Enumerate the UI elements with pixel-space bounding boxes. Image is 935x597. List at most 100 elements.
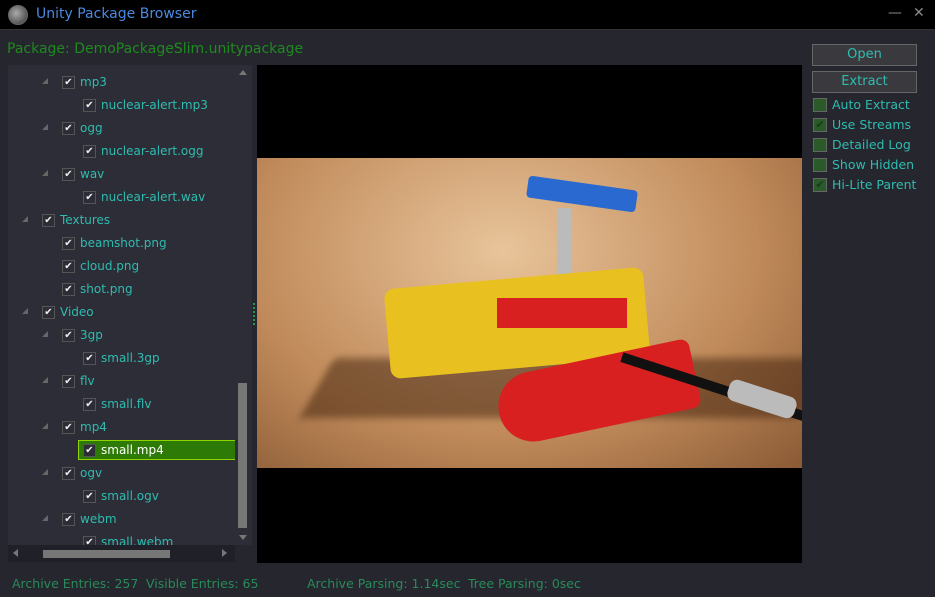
option-label: Detailed Log	[832, 137, 911, 152]
tree-item[interactable]: ✔ small.mp4	[78, 440, 235, 460]
archive-parsing-status: Archive Parsing: 1.14sec	[307, 576, 461, 591]
package-tree[interactable]: ✔ mp3 ✔ nuclear-alert.mp3 ✔ ogg ✔ nuclear-alert…	[8, 65, 235, 545]
tree-item[interactable]: ✔ small.3gp	[83, 348, 160, 368]
expander-icon[interactable]	[42, 377, 48, 383]
expander-icon[interactable]	[22, 308, 28, 314]
tree-item-label: shot.png	[80, 282, 133, 296]
tree-item-label: flv	[80, 374, 95, 388]
tree-item[interactable]: ✔ wav	[62, 164, 104, 184]
tree-item-checkbox[interactable]: ✔	[62, 75, 75, 89]
expander-icon[interactable]	[42, 469, 48, 475]
expander-icon[interactable]	[42, 124, 48, 130]
tree-item-checkbox[interactable]: ✔	[83, 397, 96, 411]
expander-icon[interactable]	[42, 331, 48, 337]
tree-horizontal-scrollbar[interactable]	[8, 545, 235, 562]
tree-item[interactable]: ✔ flv	[62, 371, 95, 391]
tree-item[interactable]: ✔ small.flv	[83, 394, 151, 414]
tree-item-label: small.flv	[101, 397, 152, 411]
option-hi-lite-parent[interactable]: ✔ Hi-Lite Parent	[813, 177, 916, 192]
option-checkbox[interactable]: ✔	[813, 177, 827, 192]
tree-item-label: Textures	[60, 213, 111, 227]
minimize-button[interactable]: —	[888, 5, 902, 21]
tree-item[interactable]: ✔ ogv	[62, 463, 102, 483]
window-title: Unity Package Browser	[36, 6, 197, 22]
tree-item-checkbox[interactable]: ✔	[42, 213, 55, 227]
expander-icon[interactable]	[42, 515, 48, 521]
tree-item[interactable]: ✔ webm	[62, 509, 117, 529]
tree-item-label: ogv	[80, 466, 103, 480]
tree-item[interactable]: ✔ small.webm	[83, 532, 173, 545]
option-checkbox[interactable]	[813, 137, 827, 152]
option-show-hidden[interactable]: Show Hidden	[813, 157, 914, 172]
tree-item-checkbox[interactable]: ✔	[62, 282, 75, 296]
tree-item-checkbox[interactable]: ✔	[62, 466, 75, 480]
tree-item[interactable]: ✔ nuclear-alert.wav	[83, 187, 205, 207]
tree-item[interactable]: ✔ nuclear-alert.mp3	[83, 95, 208, 115]
tree-item-label: webm	[80, 512, 117, 526]
tree-item-label: small.mp4	[101, 443, 164, 457]
vertical-scroll-thumb[interactable]	[238, 383, 247, 528]
tree-item-checkbox[interactable]: ✔	[83, 489, 96, 503]
tree-item-checkbox[interactable]: ✔	[42, 305, 55, 319]
option-use-streams[interactable]: ✔ Use Streams	[813, 117, 911, 132]
tree-item-checkbox[interactable]: ✔	[83, 144, 96, 158]
extract-button[interactable]: Extract	[812, 71, 917, 93]
tree-item-checkbox[interactable]: ✔	[62, 420, 75, 434]
scroll-down-icon[interactable]	[239, 535, 247, 540]
tree-item-label: wav	[80, 167, 105, 181]
tree-item[interactable]: ✔ ogg	[62, 118, 103, 138]
tree-vertical-scrollbar[interactable]	[235, 65, 252, 545]
option-checkbox[interactable]	[813, 97, 827, 112]
tree-item-checkbox[interactable]: ✔	[62, 167, 75, 181]
tree-item[interactable]: ✔ Textures	[42, 210, 110, 230]
tree-item-checkbox[interactable]: ✔	[62, 259, 75, 273]
close-button[interactable]: ✕	[913, 5, 925, 21]
tree-item-checkbox[interactable]: ✔	[62, 374, 75, 388]
scroll-up-icon[interactable]	[239, 70, 247, 75]
tree-item-checkbox[interactable]: ✔	[62, 121, 75, 135]
tree-item-label: small.ogv	[101, 489, 159, 503]
tree-item-label: mp4	[80, 420, 107, 434]
open-button[interactable]: Open	[812, 44, 917, 66]
tree-item-label: small.webm	[101, 535, 174, 545]
tree-item[interactable]: ✔ mp4	[62, 417, 107, 437]
tree-item-checkbox[interactable]: ✔	[62, 512, 75, 526]
app-logo-icon	[8, 5, 28, 25]
tree-item-label: Video	[60, 305, 94, 319]
expander-icon[interactable]	[22, 216, 28, 222]
option-label: Auto Extract	[832, 97, 910, 112]
tree-item-checkbox[interactable]: ✔	[83, 351, 96, 365]
horizontal-scroll-thumb[interactable]	[43, 550, 170, 558]
tree-item[interactable]: ✔ 3gp	[62, 325, 103, 345]
tree-item[interactable]: ✔ Video	[42, 302, 94, 322]
tree-item[interactable]: ✔ nuclear-alert.ogg	[83, 141, 203, 161]
option-checkbox[interactable]	[813, 157, 827, 172]
option-checkbox[interactable]: ✔	[813, 117, 827, 132]
tree-item[interactable]: ✔ mp3	[62, 72, 107, 92]
tree-item-checkbox[interactable]: ✔	[83, 535, 96, 545]
tree-item-checkbox[interactable]: ✔	[83, 190, 96, 204]
tree-item[interactable]: ✔ shot.png	[62, 279, 133, 299]
splitter-handle[interactable]	[253, 303, 256, 325]
option-auto-extract[interactable]: Auto Extract	[813, 97, 910, 112]
tree-item-checkbox[interactable]: ✔	[83, 443, 96, 457]
tree-item[interactable]: ✔ small.ogv	[83, 486, 159, 506]
expander-icon[interactable]	[42, 423, 48, 429]
scroll-right-icon[interactable]	[222, 549, 227, 557]
archive-entries-status: Archive Entries: 257	[12, 576, 139, 591]
tree-item[interactable]: ✔ cloud.png	[62, 256, 139, 276]
tree-item-checkbox[interactable]: ✔	[62, 236, 75, 250]
expander-icon[interactable]	[42, 78, 48, 84]
option-detailed-log[interactable]: Detailed Log	[813, 137, 911, 152]
tree-item-label: nuclear-alert.ogg	[101, 144, 204, 158]
option-label: Show Hidden	[832, 157, 915, 172]
tree-item-label: ogg	[80, 121, 103, 135]
tree-item-checkbox[interactable]: ✔	[62, 328, 75, 342]
tree-item-checkbox[interactable]: ✔	[83, 98, 96, 112]
tree-item-label: cloud.png	[80, 259, 140, 273]
scroll-left-icon[interactable]	[13, 549, 18, 557]
media-preview	[257, 65, 802, 563]
preview-image	[257, 158, 802, 468]
expander-icon[interactable]	[42, 170, 48, 176]
tree-item[interactable]: ✔ beamshot.png	[62, 233, 167, 253]
